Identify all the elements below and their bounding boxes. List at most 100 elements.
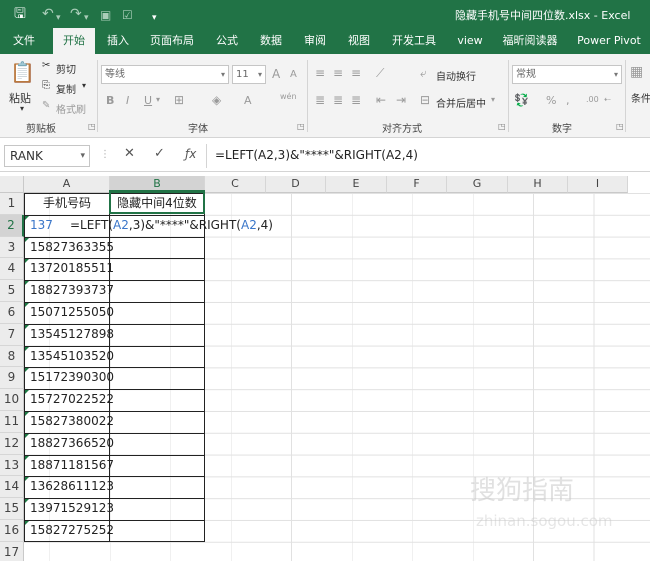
- align-bottom-icon[interactable]: ≡: [351, 66, 361, 80]
- row-header-14[interactable]: 14: [0, 476, 24, 499]
- conditional-format-button[interactable]: 条件: [631, 90, 650, 105]
- column-header-g[interactable]: G: [447, 176, 508, 193]
- decrease-indent-icon[interactable]: ⇤: [376, 93, 386, 107]
- paste-dropdown-icon[interactable]: ▾: [20, 104, 24, 113]
- align-center-icon[interactable]: ≣: [333, 93, 343, 107]
- align-left-icon[interactable]: ≣: [315, 93, 325, 107]
- underline-button[interactable]: U: [144, 94, 152, 107]
- save-icon[interactable]: 🖫: [14, 5, 26, 23]
- column-header-i[interactable]: I: [568, 176, 628, 193]
- borders-icon[interactable]: ⊞: [174, 93, 184, 107]
- row-header-2[interactable]: 2: [0, 214, 24, 237]
- currency-icon[interactable]: 💱: [514, 93, 529, 107]
- tab-data[interactable]: 数据: [253, 28, 289, 54]
- row-header-15[interactable]: 15: [0, 498, 24, 520]
- cell-phone-number[interactable]: 13545127898: [24, 324, 114, 346]
- merge-center-button[interactable]: 合并后居中: [436, 95, 486, 110]
- font-size-combo[interactable]: 11 ▾: [232, 65, 266, 84]
- merge-dropdown-icon[interactable]: ▾: [491, 95, 495, 104]
- column-header-d[interactable]: D: [266, 176, 326, 193]
- font-name-combo[interactable]: 等线 ▾: [101, 65, 229, 84]
- align-top-icon[interactable]: ≡: [315, 66, 325, 80]
- cell-b1-header[interactable]: 隐藏中间4位数: [110, 193, 204, 215]
- tab-home[interactable]: 开始: [53, 28, 95, 54]
- tab-power-pivot[interactable]: Power Pivot: [574, 28, 644, 54]
- format-painter-icon[interactable]: ✎: [42, 100, 50, 111]
- merge-center-icon[interactable]: ⊟: [420, 93, 430, 107]
- row-header-3[interactable]: 3: [0, 236, 24, 259]
- decimals-button[interactable]: .00: [586, 95, 599, 104]
- tab-file[interactable]: 文件: [6, 28, 42, 54]
- undo-dropdown-icon[interactable]: ▾: [56, 9, 61, 27]
- alignment-launcher-icon[interactable]: ◳: [498, 122, 506, 131]
- row-header-13[interactable]: 13: [0, 454, 24, 477]
- tab-insert[interactable]: 插入: [100, 28, 136, 54]
- row-header-1[interactable]: 1: [0, 193, 24, 215]
- italic-button[interactable]: I: [126, 94, 129, 107]
- column-header-c[interactable]: C: [205, 176, 266, 193]
- font-color-button[interactable]: A: [244, 94, 252, 107]
- number-format-combo[interactable]: 常规 ▾: [512, 65, 622, 84]
- name-box[interactable]: RANK ▾: [4, 145, 90, 167]
- row-header-8[interactable]: 8: [0, 345, 24, 368]
- row-header-12[interactable]: 12: [0, 432, 24, 455]
- column-header-b[interactable]: B: [110, 176, 205, 193]
- cell-phone-number[interactable]: 15827363355: [24, 237, 114, 259]
- redo-dropdown-icon[interactable]: ▾: [84, 9, 89, 27]
- underline-dropdown-icon[interactable]: ▾: [156, 95, 160, 104]
- undo-icon[interactable]: ↶: [42, 5, 54, 23]
- redo-icon[interactable]: ↷: [70, 5, 82, 23]
- cell-phone-number[interactable]: 13971529123: [24, 498, 114, 520]
- row-header-11[interactable]: 11: [0, 411, 24, 433]
- percent-button[interactable]: %: [546, 94, 556, 107]
- tab-page-layout[interactable]: 页面布局: [146, 28, 198, 54]
- select-all-corner[interactable]: [0, 176, 24, 193]
- cell-b2-editing[interactable]: =LEFT(A2,3)&"****"&RIGHT(A2,4): [70, 215, 310, 237]
- cell-a1-header[interactable]: 手机号码: [24, 193, 110, 215]
- format-painter-button[interactable]: 格式刷: [56, 101, 86, 116]
- bold-button[interactable]: B: [106, 94, 114, 107]
- cut-icon[interactable]: ✂: [42, 60, 50, 71]
- row-header-16[interactable]: 16: [0, 520, 24, 542]
- cell-phone-number[interactable]: 15827380022: [24, 411, 114, 433]
- paste-icon[interactable]: 📋: [10, 60, 35, 84]
- shrink-font-button[interactable]: A: [290, 69, 297, 80]
- row-header-7[interactable]: 7: [0, 323, 24, 346]
- align-middle-icon[interactable]: ≡: [333, 66, 343, 80]
- cell-phone-number[interactable]: 15827275252: [24, 520, 114, 542]
- cell-phone-number[interactable]: 13545103520: [24, 346, 114, 368]
- customize-toolbar-icon[interactable]: ▾: [152, 9, 157, 27]
- cancel-icon[interactable]: ✕: [124, 146, 135, 161]
- insert-function-icon[interactable]: ƒx: [185, 147, 196, 161]
- align-right-icon[interactable]: ≣: [351, 93, 361, 107]
- column-header-e[interactable]: E: [326, 176, 387, 193]
- grow-font-button[interactable]: A: [272, 67, 280, 81]
- spellcheck-icon[interactable]: ☑: [122, 6, 133, 24]
- column-header-f[interactable]: F: [387, 176, 447, 193]
- copy-icon[interactable]: ⎘: [42, 80, 50, 91]
- cell-phone-number[interactable]: 15727022522: [24, 389, 114, 411]
- row-header-17[interactable]: 17: [0, 541, 24, 561]
- number-launcher-icon[interactable]: ◳: [616, 122, 624, 131]
- wrap-text-icon[interactable]: ⤶: [420, 66, 427, 81]
- fill-color-icon[interactable]: ◈: [212, 93, 221, 107]
- enter-icon[interactable]: ✓: [154, 146, 165, 161]
- tab-view[interactable]: 视图: [341, 28, 377, 54]
- copy-dropdown-icon[interactable]: ▾: [82, 81, 86, 90]
- cell-phone-number[interactable]: 13720185511: [24, 258, 114, 280]
- comma-button[interactable]: ,: [566, 94, 570, 107]
- copy-button[interactable]: 复制: [56, 81, 76, 96]
- phonetic-button[interactable]: wén: [280, 92, 297, 101]
- column-header-h[interactable]: H: [508, 176, 568, 193]
- formula-input[interactable]: =LEFT(A2,3)&"****"&RIGHT(A2,4): [215, 148, 418, 162]
- cell-a2-value[interactable]: 137: [24, 215, 64, 237]
- cell-phone-number[interactable]: 18871181567: [24, 455, 114, 477]
- conditional-format-icon[interactable]: ▦: [630, 64, 643, 80]
- orientation-icon[interactable]: ⟋: [376, 66, 384, 81]
- decrease-decimal-icon[interactable]: ⇠: [604, 95, 611, 104]
- cell-phone-number[interactable]: 15172390300: [24, 367, 114, 389]
- cell-phone-number[interactable]: 18827366520: [24, 433, 114, 455]
- tab-view-en[interactable]: view: [452, 28, 488, 54]
- cell-phone-number[interactable]: 18827393737: [24, 280, 114, 302]
- tab-developer[interactable]: 开发工具: [387, 28, 441, 54]
